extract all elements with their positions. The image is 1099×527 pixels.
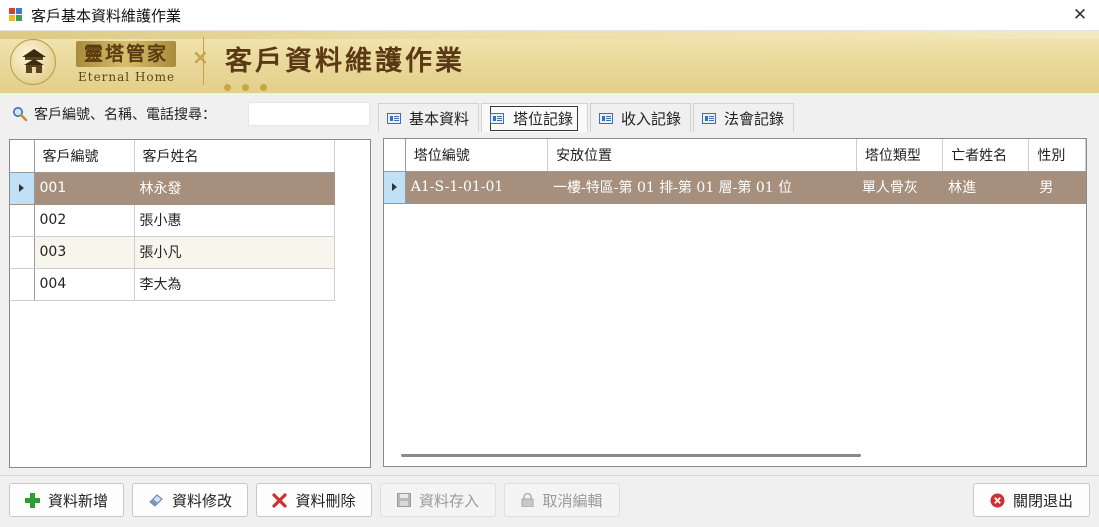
add-button-label: 資料新增: [47, 491, 108, 510]
row-header[interactable]: [10, 236, 35, 269]
banner-dots: [224, 79, 278, 93]
cell-customer-name[interactable]: 林永發: [134, 172, 335, 205]
header-banner: 靈塔管家 Eternal Home × 客戶資料維護作業: [0, 31, 1099, 93]
close-button-label: 關閉退出: [1012, 491, 1073, 510]
tab-ceremony-records[interactable]: 法會記錄: [693, 103, 795, 132]
cell-customer-id[interactable]: 001: [34, 172, 135, 205]
plus-icon: [24, 492, 40, 508]
cancel-button-label: 取消編輯: [542, 491, 603, 510]
banner-divider: [203, 37, 204, 85]
edit-button[interactable]: 資料修改: [132, 483, 248, 517]
cell-customer-name[interactable]: 張小凡: [134, 236, 335, 269]
form-icon: [702, 112, 717, 124]
save-button-label: 資料存入: [418, 491, 479, 510]
logo-english: Eternal Home: [78, 70, 176, 84]
cell-location[interactable]: 一樓-特區-第 01 排-第 01 層-第 01 位: [547, 171, 857, 204]
cell-deceased-name[interactable]: 林進: [942, 171, 1030, 204]
tower-records-grid[interactable]: 塔位編號 安放位置 塔位類型 亡者姓名 性別 A1-S-1-01-01 一樓-特…: [383, 138, 1087, 467]
delete-button[interactable]: 資料刪除: [256, 483, 372, 517]
column-header-tower-type[interactable]: 塔位類型: [856, 139, 944, 172]
close-exit-button[interactable]: 關閉退出: [973, 483, 1090, 517]
app-icon: [9, 8, 23, 22]
table-row[interactable]: 004 李大為: [10, 268, 335, 301]
horizontal-scrollbar[interactable]: [401, 454, 861, 457]
cell-gender[interactable]: 男: [1028, 171, 1086, 204]
row-header[interactable]: [10, 204, 35, 237]
row-header-corner: [384, 139, 406, 172]
cell-customer-id[interactable]: 003: [34, 236, 135, 269]
delete-button-label: 資料刪除: [295, 491, 356, 510]
row-selector-arrow-icon: [391, 183, 397, 191]
form-icon: [599, 112, 614, 124]
cell-customer-id[interactable]: 002: [34, 204, 135, 237]
banner-cross-ornament: ×: [192, 45, 209, 69]
column-header-tower-id[interactable]: 塔位編號: [405, 139, 549, 172]
window-title: 客戶基本資料維護作業: [31, 6, 182, 25]
tower-header-row: 塔位編號 安放位置 塔位類型 亡者姓名 性別: [384, 139, 1086, 172]
row-header[interactable]: [10, 268, 35, 301]
logo-chinese: 靈塔管家: [76, 41, 176, 67]
eraser-icon: [149, 494, 163, 507]
column-header-deceased-name[interactable]: 亡者姓名: [942, 139, 1030, 172]
tab-tower-records[interactable]: 塔位記錄: [481, 103, 589, 132]
table-row[interactable]: 002 張小惠: [10, 204, 335, 237]
cancel-edit-button[interactable]: 取消編輯: [504, 483, 620, 517]
add-button[interactable]: 資料新增: [9, 483, 124, 517]
banner-stripe: [0, 31, 1099, 39]
form-icon: [490, 112, 505, 124]
search-icon: [13, 107, 28, 122]
search-input[interactable]: [248, 102, 370, 126]
temple-emblem-icon: [10, 39, 56, 85]
row-header[interactable]: [10, 172, 35, 205]
title-bar: 客戶基本資料維護作業 ✕: [0, 0, 1099, 31]
row-header[interactable]: [384, 171, 406, 204]
tab-label: 收入記錄: [621, 109, 682, 128]
tab-label: 法會記錄: [724, 109, 785, 128]
edit-button-label: 資料修改: [171, 491, 232, 510]
customer-header-row: 客戶編號 客戶姓名: [10, 140, 335, 173]
cell-customer-id[interactable]: 004: [34, 268, 135, 301]
save-button[interactable]: 資料存入: [380, 483, 496, 517]
cell-customer-name[interactable]: 李大為: [134, 268, 335, 301]
tower-records-table: 塔位編號 安放位置 塔位類型 亡者姓名 性別 A1-S-1-01-01 一樓-特…: [384, 139, 1086, 204]
cell-tower-id[interactable]: A1-S-1-01-01: [405, 171, 549, 204]
close-circle-icon: [990, 493, 1005, 507]
form-icon: [387, 112, 401, 124]
column-header-gender[interactable]: 性別: [1028, 139, 1086, 172]
x-icon: [272, 492, 288, 508]
column-header-customer-name[interactable]: 客戶姓名: [134, 140, 335, 173]
customer-table: 客戶編號 客戶姓名 001 林永發 002 張小惠 003 張小凡 004 李大…: [10, 140, 335, 301]
row-selector-arrow-icon: [19, 184, 25, 192]
cell-tower-type[interactable]: 單人骨灰: [856, 171, 944, 204]
floppy-icon: [396, 493, 411, 507]
table-row[interactable]: 003 張小凡: [10, 236, 335, 269]
search-label: 客戶編號、名稱、電話搜尋：: [34, 107, 216, 123]
table-row[interactable]: A1-S-1-01-01 一樓-特區-第 01 排-第 01 層-第 01 位 …: [384, 171, 1086, 204]
tab-label: 基本資料: [409, 109, 470, 128]
banner-heading: 客戶資料維護作業: [225, 46, 465, 77]
record-tabs: 基本資料 塔位記錄 收入記錄 法會記錄: [378, 103, 796, 133]
search-bar: 客戶編號、名稱、電話搜尋：: [12, 102, 370, 126]
row-header-corner: [10, 140, 35, 173]
cell-customer-name[interactable]: 張小惠: [134, 204, 335, 237]
table-row[interactable]: 001 林永發: [10, 172, 335, 205]
tab-income-records[interactable]: 收入記錄: [590, 103, 692, 132]
column-header-location[interactable]: 安放位置: [547, 139, 857, 172]
column-header-customer-id[interactable]: 客戶編號: [34, 140, 135, 173]
lock-icon: [521, 493, 534, 507]
tab-basic-info[interactable]: 基本資料: [378, 103, 480, 132]
close-icon[interactable]: ✕: [1069, 4, 1091, 26]
customer-grid[interactable]: 客戶編號 客戶姓名 001 林永發 002 張小惠 003 張小凡 004 李大…: [9, 139, 371, 468]
footer-divider: [0, 475, 1099, 476]
